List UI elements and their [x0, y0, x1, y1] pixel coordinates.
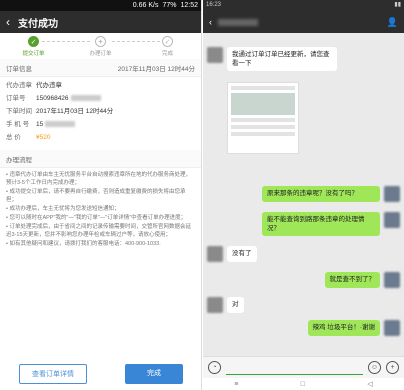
order-info-header: 订单信息 2017年11月03日 12时44分 — [0, 59, 201, 77]
payment-success-screen: 0.66 K/s 77% 12:52 ‹ 支付成功 ✓ 提交订单 ✦ 办理订单 … — [0, 0, 202, 390]
network-speed: 0.66 K/s — [132, 2, 159, 9]
chat-title-bar: ‹ 👤 — [203, 11, 404, 33]
menu-icon[interactable]: ≡ — [234, 381, 238, 388]
back-arrow-icon[interactable]: ‹ — [209, 17, 212, 27]
back-arrow-icon[interactable]: ‹ — [6, 15, 10, 29]
back-icon[interactable]: ◁ — [367, 380, 372, 388]
step-submit: ✓ 提交订单 — [9, 36, 59, 57]
avatar — [384, 212, 400, 228]
row-total: 总 价 ¥520 — [6, 134, 51, 141]
check-icon: ✓ — [28, 36, 39, 47]
chat-input-bar: ◔ ☺ + — [203, 356, 404, 378]
done-button[interactable]: 完成 — [125, 364, 183, 384]
message-bubble: 辣鸡 垃圾平台！·谢谢 — [307, 320, 380, 336]
screenshot-thumbnail[interactable] — [227, 82, 299, 154]
avatar — [207, 246, 223, 262]
system-nav-bar: ≡ □ ◁ — [203, 378, 404, 390]
chat-status-bar: 16:23 ▮▮ — [203, 0, 404, 11]
message-bubble: 没有了 — [227, 246, 257, 262]
message-bubble: 就是查不到了？ — [324, 272, 380, 288]
action-bar: 查看订单详情 完成 — [0, 364, 202, 384]
home-icon[interactable]: □ — [301, 381, 305, 388]
row-order-no: 订单号 150968426 — [0, 92, 201, 105]
avatar — [207, 47, 223, 63]
row-phone: 手 机 号 15 — [0, 118, 201, 131]
title-bar: ‹ 支付成功 — [0, 11, 201, 33]
message-outgoing: 辣鸡 垃圾平台！·谢谢 — [307, 320, 400, 336]
avatar — [384, 272, 400, 288]
runner-icon: ✦ — [95, 36, 106, 47]
message-input[interactable] — [226, 361, 363, 375]
voice-icon[interactable]: ◔ — [208, 361, 221, 374]
message-outgoing: 能不能查询到路那条违章的处理情况？ — [262, 212, 400, 236]
message-incoming: 没有了 — [207, 246, 257, 262]
page-title: 支付成功 — [18, 18, 58, 30]
order-info-rows: 代办违章 代办违章 订单号 150968426 下单时间 2017年11月03日… — [0, 77, 201, 144]
view-order-detail-button[interactable]: 查看订单详情 — [19, 364, 87, 384]
status-bar: 0.66 K/s 77% 12:52 — [0, 0, 201, 11]
avatar — [207, 297, 223, 313]
avatar — [384, 186, 400, 202]
message-incoming: 我通过订单订单已经更新，请您查看一下 — [207, 47, 337, 71]
message-image[interactable] — [227, 82, 299, 154]
message-incoming: 对 — [207, 297, 244, 313]
message-bubble: 原来那条的违章呢？没有了吗？ — [262, 186, 380, 202]
plus-icon[interactable]: + — [386, 361, 399, 374]
row-service: 代办违章 代办违章 — [6, 82, 62, 89]
message-outgoing: 原来那条的违章呢？没有了吗？ — [262, 186, 400, 202]
avatar — [384, 320, 400, 336]
step-complete: ✓ 完成 — [143, 36, 193, 57]
progress-steps: ✓ 提交订单 ✦ 办理订单 ✓ 完成 — [0, 33, 201, 59]
message-outgoing: 就是查不到了？ — [324, 272, 400, 288]
message-bubble: 对 — [227, 297, 244, 313]
contact-profile-icon[interactable]: 👤 — [387, 17, 398, 28]
emoji-icon[interactable]: ☺ — [368, 361, 381, 374]
flow-header: 办理流程 — [0, 150, 201, 168]
chat-screen: 16:23 ▮▮ ‹ 👤 我通过订单订单已经更新，请您查看一下 原来那条的违章呢？… — [203, 0, 404, 390]
row-order-time: 下单时间 2017年11月03日 12时44分 — [6, 108, 114, 115]
screenshot-root: 0.66 K/s 77% 12:52 ‹ 支付成功 ✓ 提交订单 ✦ 办理订单 … — [0, 0, 404, 390]
message-bubble: 能不能查询到路那条违章的处理情况？ — [262, 212, 380, 236]
message-bubble: 我通过订单订单已经更新，请您查看一下 — [227, 47, 337, 71]
step-process: ✦ 办理订单 — [76, 36, 126, 57]
contact-name — [218, 18, 258, 26]
check-circle-icon: ✓ — [162, 36, 173, 47]
clock: 12:52 — [180, 2, 198, 9]
flow-text: • 违章代办订单由车主无忧服务平台自动搜索违章所在地的代办服务商处理，预计3-5… — [6, 172, 191, 247]
battery-level: 77% — [162, 2, 177, 9]
